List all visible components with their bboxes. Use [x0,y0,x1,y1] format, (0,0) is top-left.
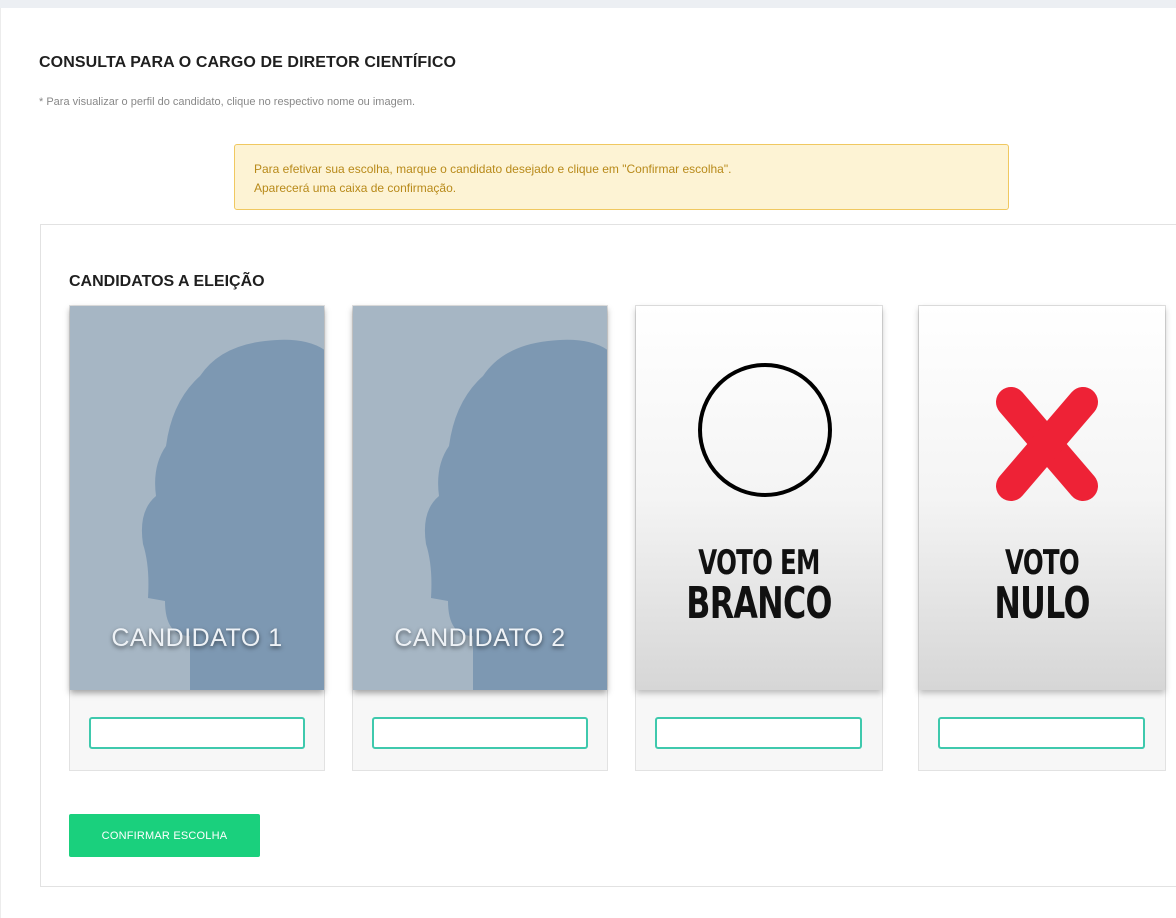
x-mark-icon [996,387,1098,501]
alert-line-1: Para efetivar sua escolha, marque o cand… [254,162,732,176]
null-vote-label-line-1: VOTO [1005,543,1080,583]
page-title: CONSULTA PARA O CARGO DE DIRETOR CIENTÍF… [39,54,457,71]
candidate-2-name[interactable]: CANDIDATO 2 [353,624,607,653]
select-null-vote-button[interactable]: SELECIONAR [938,717,1145,749]
page: CONSULTA PARA O CARGO DE DIRETOR CIENTÍF… [0,8,1176,918]
null-vote-label: VOTO NULO [953,546,1130,626]
candidates-panel: CANDIDATOS A ELEIÇÃO CANDIDATO 1 SELECIO… [40,224,1176,887]
blank-vote-label: VOTO EM BRANCO [670,546,847,626]
candidate-card-2: CANDIDATO 2 SELECIONAR [352,305,608,771]
blank-vote-label-line-2: BRANCO [686,578,832,629]
select-blank-vote-button[interactable]: SELECIONAR [655,717,862,749]
blank-vote-card: VOTO EM BRANCO SELECIONAR [635,305,883,771]
page-note: * Para visualizar o perfil do candidato,… [39,96,416,108]
null-vote-label-line-2: NULO [994,578,1090,629]
candidate-1-photo[interactable]: CANDIDATO 1 [70,306,324,690]
candidate-1-name[interactable]: CANDIDATO 1 [70,624,324,653]
null-vote-image[interactable]: VOTO NULO [919,306,1165,690]
instruction-alert: Para efetivar sua escolha, marque o cand… [234,144,1009,210]
panel-title: CANDIDATOS A ELEIÇÃO [69,273,265,290]
select-candidate-2-button[interactable]: SELECIONAR [372,717,588,749]
candidate-2-photo[interactable]: CANDIDATO 2 [353,306,607,690]
alert-line-2: Aparecerá uma caixa de confirmação. [254,181,457,195]
top-strip [0,0,1176,8]
confirm-choice-button[interactable]: CONFIRMAR ESCOLHA [69,814,260,857]
circle-icon [698,363,832,497]
candidate-card-1: CANDIDATO 1 SELECIONAR [69,305,325,771]
select-candidate-1-button[interactable]: SELECIONAR [89,717,305,749]
blank-vote-label-line-1: VOTO EM [698,543,820,583]
blank-vote-image[interactable]: VOTO EM BRANCO [636,306,882,690]
null-vote-card: VOTO NULO SELECIONAR [918,305,1166,771]
